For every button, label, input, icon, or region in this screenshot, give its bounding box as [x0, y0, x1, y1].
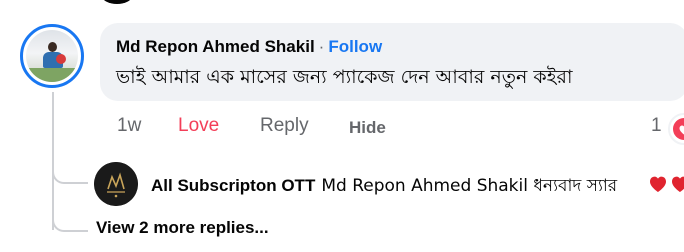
reaction-count[interactable]: 1 — [651, 115, 662, 137]
previous-element-edge — [102, 0, 132, 4]
reply-emoji — [648, 174, 684, 199]
comment-bubble: Md Repon Ahmed Shakil · Follow ভাই আমার এক… — [100, 23, 684, 101]
comment-text: ভাই আমার এক মাসের জন্য প্যাকেজ দেন আবার … — [116, 66, 573, 88]
comment-timestamp[interactable]: 1w — [117, 115, 141, 137]
follow-button[interactable]: Follow — [328, 37, 382, 56]
reply-tag: Md Repon Ahmed Shakil ধন্যবাদ স্যার — [321, 176, 617, 196]
page-logo — [94, 162, 138, 206]
love-button[interactable]: Love — [178, 115, 219, 137]
reply-button[interactable]: Reply — [260, 115, 309, 137]
thread-connector — [52, 160, 88, 184]
reply-content: All Subscripton OTT Md Repon Ahmed Shakil… — [151, 173, 617, 201]
comment-author[interactable]: Md Repon Ahmed Shakil — [116, 37, 315, 56]
heart-icon — [673, 118, 684, 140]
view-more-replies-link[interactable]: View 2 more replies... — [96, 218, 269, 238]
reply-text: ধন্যবাদ স্যার — [533, 176, 618, 196]
comment-header: Md Repon Ahmed Shakil · Follow — [116, 37, 382, 57]
separator: · — [318, 37, 325, 56]
thread-connector — [52, 208, 88, 232]
avatar[interactable] — [20, 24, 84, 88]
tagged-name[interactable]: Md Repon Ahmed Shakil — [321, 176, 528, 196]
reply-avatar[interactable] — [94, 162, 138, 206]
profile-photo — [26, 30, 78, 82]
reply-author[interactable]: All Subscripton OTT — [151, 176, 315, 195]
red-heart-emoji-icon — [650, 176, 684, 192]
hide-button[interactable]: Hide — [349, 118, 386, 138]
reaction-summary[interactable] — [668, 113, 684, 145]
